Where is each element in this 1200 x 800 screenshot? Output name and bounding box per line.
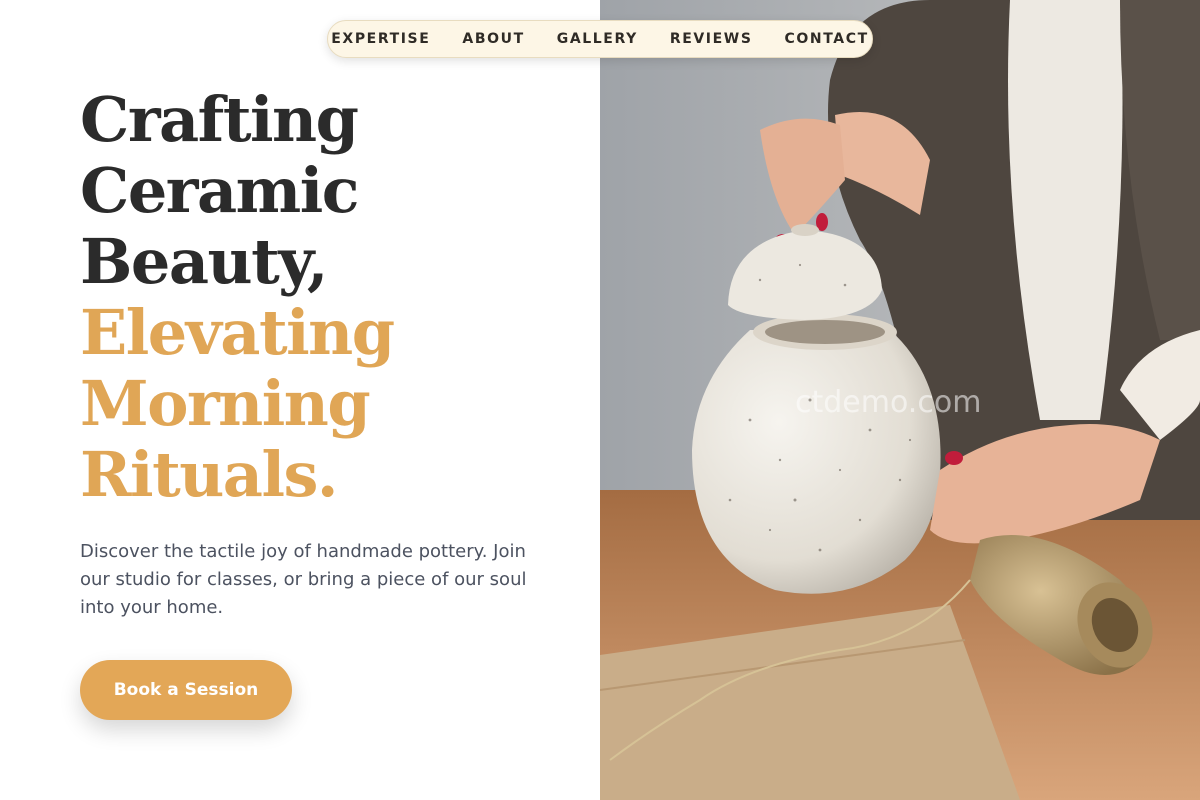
- nav-item-about[interactable]: ABOUT: [462, 31, 524, 47]
- nav-item-gallery[interactable]: GALLERY: [557, 31, 638, 47]
- hero-description: Discover the tactile joy of handmade pot…: [80, 541, 527, 618]
- main-nav: EXPERTISE ABOUT GALLERY REVIEWS CONTACT: [327, 20, 873, 58]
- book-session-button[interactable]: Book a Session: [80, 660, 292, 720]
- watermark-text: ctdemo.com: [795, 385, 981, 420]
- nav-item-expertise[interactable]: EXPERTISE: [331, 31, 430, 47]
- hero-photo-pottery: ctdemo.com: [600, 0, 1200, 800]
- nav-item-contact[interactable]: CONTACT: [785, 31, 869, 47]
- headline-accent-line: Rituals.: [80, 438, 339, 511]
- headline-line: Crafting: [80, 83, 359, 156]
- hero-headline: Crafting Ceramic Beauty, Elevating Morni…: [80, 83, 395, 511]
- headline-accent-line: Elevating: [80, 296, 395, 369]
- nav-item-reviews[interactable]: REVIEWS: [670, 31, 753, 47]
- headline-accent-line: Morning: [80, 367, 371, 440]
- headline-line: Ceramic: [80, 154, 360, 227]
- headline-line: Beauty,: [80, 225, 328, 298]
- ceramic-jar: [692, 330, 941, 594]
